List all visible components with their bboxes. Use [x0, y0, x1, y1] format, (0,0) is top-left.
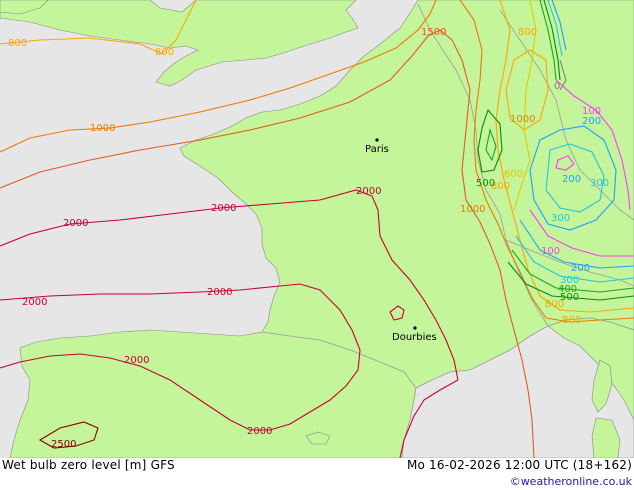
label-600: 600 — [504, 169, 523, 180]
label-2000: 2000 — [124, 355, 149, 366]
label-300: 300 — [590, 178, 609, 189]
wet-bulb-map: 800 800 1000 1500 2000 2000 2000 2000 20… — [0, 0, 634, 458]
label-1000: 1000 — [460, 204, 485, 215]
city-label-paris: Paris — [365, 144, 389, 155]
city-label-dourbies: Dourbies — [392, 332, 437, 343]
city-marker-dourbies — [413, 326, 417, 330]
label-2500: 2500 — [51, 439, 76, 450]
label-0: 0 — [554, 81, 560, 92]
label-300: 300 — [551, 213, 570, 224]
label-1000: 1000 — [90, 123, 115, 134]
label-1000: 1000 — [510, 114, 535, 125]
map-area: 800 800 1000 1500 2000 2000 2000 2000 20… — [0, 0, 634, 458]
label-200: 200 — [571, 263, 590, 274]
label-200: 200 — [582, 116, 601, 127]
label-800: 800 — [545, 299, 564, 310]
label-2000: 2000 — [207, 287, 232, 298]
label-800: 800 — [8, 38, 27, 49]
label-800: 800 — [562, 315, 581, 326]
footer-bar: Wet bulb zero level [m] GFS Mo 16-02-202… — [0, 458, 634, 490]
credit-link[interactable]: ©weatheronline.co.uk — [510, 475, 632, 488]
label-2000: 2000 — [63, 218, 88, 229]
label-1500: 1500 — [421, 27, 446, 38]
label-800: 800 — [518, 27, 537, 38]
label-2000: 2000 — [356, 186, 381, 197]
label-500: 500 — [476, 178, 495, 189]
label-200: 200 — [562, 174, 581, 185]
label-2000: 2000 — [22, 297, 47, 308]
label-100: 100 — [541, 246, 560, 257]
label-800: 800 — [155, 47, 174, 58]
map-title: Wet bulb zero level [m] GFS — [2, 458, 175, 472]
label-2000: 2000 — [247, 426, 272, 437]
label-2000: 2000 — [211, 203, 236, 214]
city-marker-paris — [375, 138, 379, 142]
valid-time: Mo 16-02-2026 12:00 UTC (18+162) — [406, 458, 632, 472]
